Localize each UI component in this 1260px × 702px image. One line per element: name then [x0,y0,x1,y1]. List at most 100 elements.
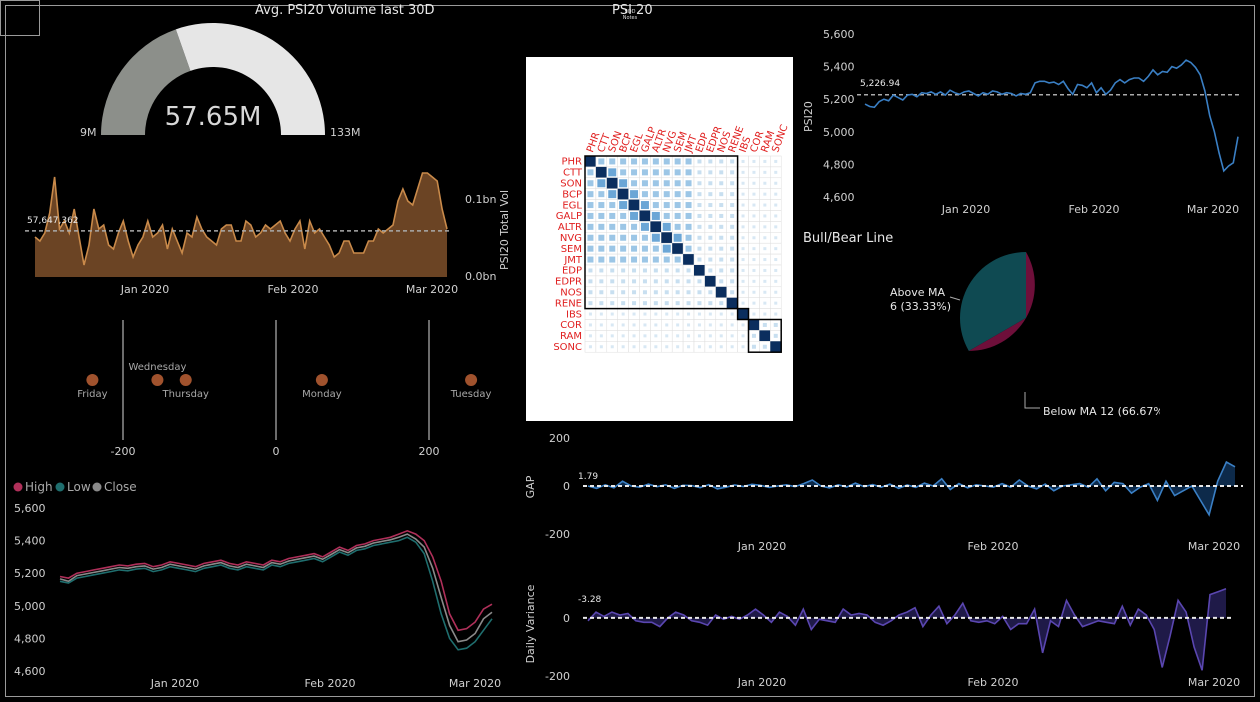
corr-mark [654,323,658,327]
day-x-tick: 0 [273,445,280,458]
corr-mark [595,166,607,178]
hlc-x-tick: Jan 2020 [150,677,199,690]
psi-y-tick: 4,800 [823,158,855,171]
day-point [86,374,99,386]
x-tick: Mar 2020 [1188,540,1240,553]
corr-mark [719,203,724,208]
corr-mark [715,286,727,298]
corr-mark [588,279,593,284]
corr-mark [719,323,723,327]
corr-mark [663,180,670,187]
legend-label: Close [104,480,137,494]
corr-mark [664,279,669,284]
corr-mark [741,334,745,338]
gauge-min-label: 9M [80,126,97,139]
corr-mark [663,256,670,263]
corr-mark [730,290,735,295]
y-tick: -200 [545,670,570,683]
avg-label: -3.28 [578,595,602,605]
corr-mark [651,211,660,220]
corr-mark [752,181,756,185]
corr-mark [730,323,734,327]
correlation-matrix-image: PHR PHR CTT CTT SON SON BCP BCP EGL EGL GALP GALP AL… [526,57,793,421]
corr-mark [774,159,778,163]
corr-mark [687,323,691,327]
corr-mark [650,221,662,233]
gauge-value-label: 57.65M [165,102,262,132]
corr-mark [685,212,692,219]
corr-mark [708,312,712,316]
corr-mark [609,212,616,219]
corr-mark [708,213,713,218]
gauge: 57.65M 9M 133M [80,23,361,139]
area-fill [588,588,1226,671]
x-tick: Feb 2020 [968,676,1019,689]
corr-mark [719,345,723,349]
corr-mark [609,202,616,209]
gauge-max-label: 133M [330,126,361,139]
corr-row-label: RENE [555,298,582,309]
corr-mark [630,211,639,220]
logo: EOD Notes [0,0,1255,697]
corr-mark [719,192,724,197]
corr-mark [763,159,767,163]
corr-mark [730,257,735,262]
corr-mark [752,214,756,218]
corr-mark [704,275,716,287]
corr-mark [741,345,745,349]
corr-mark [620,256,627,263]
corr-row-label: ALTR [558,222,582,233]
corr-mark [697,170,702,175]
corr-mark [653,279,658,284]
corr-mark [719,170,724,175]
legend-marker [13,482,23,492]
corr-mark [642,290,647,295]
corr-mark [774,312,778,316]
corr-mark [774,301,778,305]
corr-mark [697,345,701,349]
corr-row-label: COR [560,320,582,331]
corr-mark [685,202,692,209]
corr-mark [652,180,659,187]
corr-mark [621,345,625,349]
corr-mark [674,169,681,176]
corr-mark [620,169,627,176]
corr-title: PSI 20 [612,3,653,18]
corr-row-label: EDPR [555,277,582,288]
corr-mark [588,334,592,338]
corr-mark [774,279,778,283]
psi-avg-label: 5,226.94 [860,79,900,89]
corr-mark [631,245,638,252]
corr-mark [741,181,745,185]
corr-mark [672,243,684,255]
corr-mark [641,234,648,241]
corr-mark [752,203,756,207]
corr-mark [632,301,637,306]
corr-mark [774,225,778,229]
corr-mark [741,192,745,196]
corr-mark [763,301,767,305]
corr-mark [674,212,681,219]
corr-mark [664,268,669,273]
corr-mark [730,213,735,218]
corr-mark [588,312,592,316]
corr-mark [730,246,735,251]
corr-mark [685,180,692,187]
corr-mark [599,345,603,349]
corr-mark [730,345,734,349]
psi-y-tick: 5,600 [823,28,855,41]
corr-mark [620,212,627,219]
corr-mark [763,247,767,251]
psi-close-line [864,59,1239,173]
legend-label: Low [67,480,91,494]
pie-label-above-1: Above MA [890,286,946,299]
corr-mark [610,290,615,295]
corr-mark [676,345,680,349]
corr-mark [588,301,593,306]
corr-mark [642,268,647,273]
corr-mark [651,233,660,242]
corr-mark [730,334,734,338]
corr-mark [676,323,680,327]
bull-bear-pie: Above MA6 (33.33%) Below MA 12 (66.67%) [890,252,1160,418]
area-line [587,460,1236,517]
